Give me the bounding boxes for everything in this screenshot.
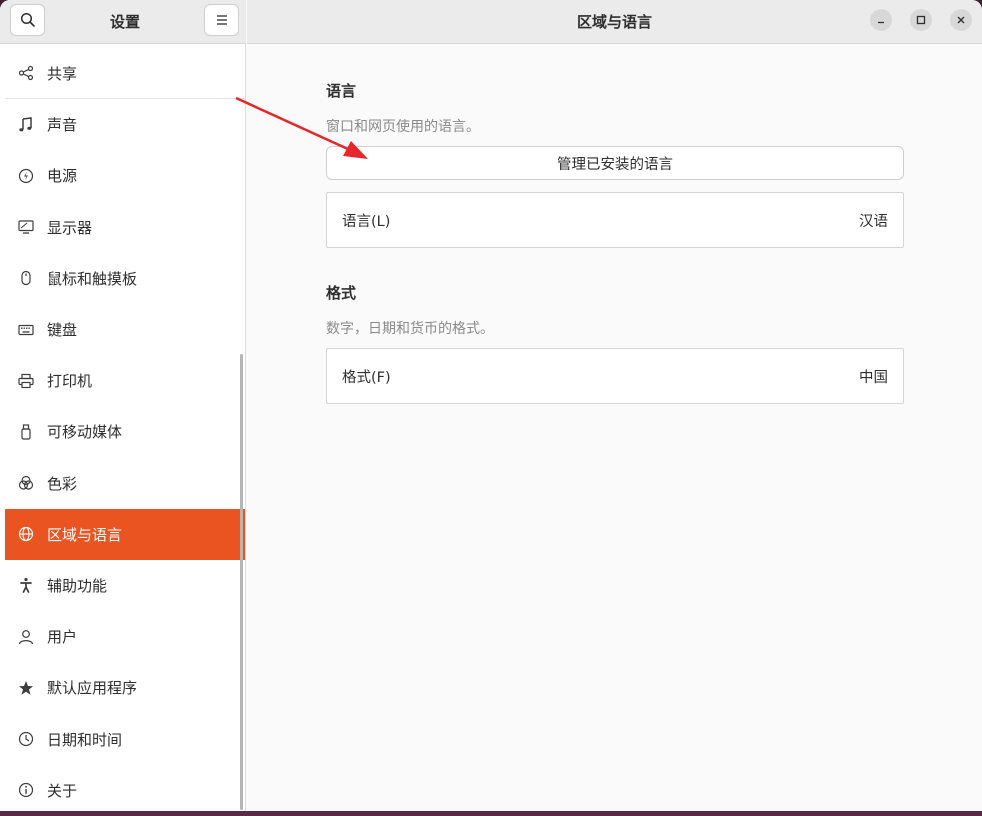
- sidebar-header: 设置: [0, 0, 246, 44]
- share-icon: [18, 65, 34, 81]
- sidebar-item-label: 键盘: [47, 321, 78, 340]
- window-bottom-edge: [0, 811, 982, 816]
- maximize-icon: [916, 15, 926, 25]
- info-icon: [18, 782, 34, 798]
- sidebar-item-printers[interactable]: 打印机: [5, 355, 245, 406]
- menu-button[interactable]: [204, 4, 239, 36]
- sidebar-item-label: 关于: [47, 781, 78, 800]
- format-row-label: 格式(F): [342, 369, 391, 386]
- sidebar-item-date-time[interactable]: 日期和时间: [5, 713, 245, 764]
- main-header: 区域与语言: [247, 0, 982, 44]
- printer-icon: [18, 373, 34, 389]
- sidebar-item-display[interactable]: 显示器: [5, 202, 245, 253]
- color-icon: [18, 475, 34, 491]
- globe-icon: [18, 526, 34, 542]
- sidebar-item-label: 显示器: [47, 218, 93, 237]
- sidebar-item-label: 默认应用程序: [47, 679, 138, 698]
- format-row-value: 中国: [859, 369, 888, 386]
- sidebar-item-keyboard[interactable]: 键盘: [5, 304, 245, 355]
- close-icon: [957, 16, 965, 24]
- sidebar-item-color[interactable]: 色彩: [5, 458, 245, 509]
- manage-languages-button[interactable]: 管理已安装的语言: [326, 146, 904, 180]
- settings-window: 设置 共享 声音 电源 显示器 鼠标和触摸板 键盘 打印机 可移动媒体 色彩 区…: [0, 0, 982, 816]
- sidebar-item-label: 电源: [47, 167, 78, 186]
- sidebar-item-removable-media[interactable]: 可移动媒体: [5, 406, 245, 457]
- language-row-label: 语言(L): [342, 213, 391, 230]
- language-section-title: 语言: [326, 82, 357, 100]
- accessibility-icon: [18, 577, 34, 594]
- mouse-icon: [18, 270, 34, 286]
- sidebar-item-label: 共享: [47, 64, 78, 83]
- sidebar-item-label: 区域与语言: [47, 525, 123, 544]
- maximize-button[interactable]: [910, 9, 932, 31]
- sidebar-item-label: 声音: [47, 116, 78, 135]
- clock-icon: [18, 731, 34, 747]
- sidebar-item-label: 打印机: [47, 372, 93, 391]
- search-button[interactable]: [10, 4, 45, 36]
- sidebar-title: 设置: [109, 12, 140, 31]
- sidebar-item-label: 鼠标和触摸板: [47, 269, 138, 288]
- sidebar-item-region-language[interactable]: 区域与语言: [5, 508, 245, 560]
- keyboard-icon: [18, 322, 34, 338]
- sidebar-item-default-apps[interactable]: 默认应用程序: [5, 662, 245, 713]
- language-section-subtitle: 窗口和网页使用的语言。: [326, 119, 480, 135]
- star-icon: [18, 680, 34, 696]
- sidebar-item-label: 色彩: [47, 474, 78, 493]
- sidebar-item-label: 辅助功能: [47, 576, 108, 595]
- format-section-subtitle: 数字，日期和货币的格式。: [326, 321, 494, 337]
- language-row[interactable]: 语言(L) 汉语: [326, 192, 904, 248]
- usb-drive-icon: [18, 424, 34, 440]
- close-button[interactable]: [950, 9, 972, 31]
- format-section-title: 格式: [326, 284, 357, 302]
- display-icon: [18, 219, 34, 235]
- sidebar-nav: 共享 声音 电源 显示器 鼠标和触摸板 键盘 打印机 可移动媒体 色彩 区域与语…: [5, 48, 245, 816]
- sidebar: 设置 共享 声音 电源 显示器 鼠标和触摸板 键盘 打印机 可移动媒体 色彩 区…: [0, 0, 246, 816]
- sidebar-item-mouse[interactable]: 鼠标和触摸板: [5, 253, 245, 304]
- format-row[interactable]: 格式(F) 中国: [326, 348, 904, 404]
- sidebar-item-users[interactable]: 用户: [5, 611, 245, 662]
- sidebar-item-sound[interactable]: 声音: [5, 99, 245, 150]
- sidebar-item-label: 用户: [47, 628, 78, 647]
- music-note-icon: [18, 116, 34, 133]
- sidebar-item-about[interactable]: 关于: [5, 765, 245, 816]
- language-row-value: 汉语: [859, 213, 888, 230]
- sidebar-scrollbar[interactable]: [240, 354, 243, 810]
- sidebar-item-label: 可移动媒体: [47, 423, 123, 442]
- minimize-button[interactable]: [870, 9, 892, 31]
- search-icon: [20, 12, 35, 27]
- minimize-icon: [878, 21, 884, 24]
- hamburger-menu-icon: [216, 15, 227, 25]
- sidebar-item-accessibility[interactable]: 辅助功能: [5, 560, 245, 611]
- sidebar-item-label: 日期和时间: [47, 730, 123, 749]
- sidebar-item-sharing[interactable]: 共享: [5, 48, 245, 100]
- user-icon: [18, 629, 34, 645]
- sidebar-item-power[interactable]: 电源: [5, 150, 245, 201]
- power-icon: [18, 168, 34, 184]
